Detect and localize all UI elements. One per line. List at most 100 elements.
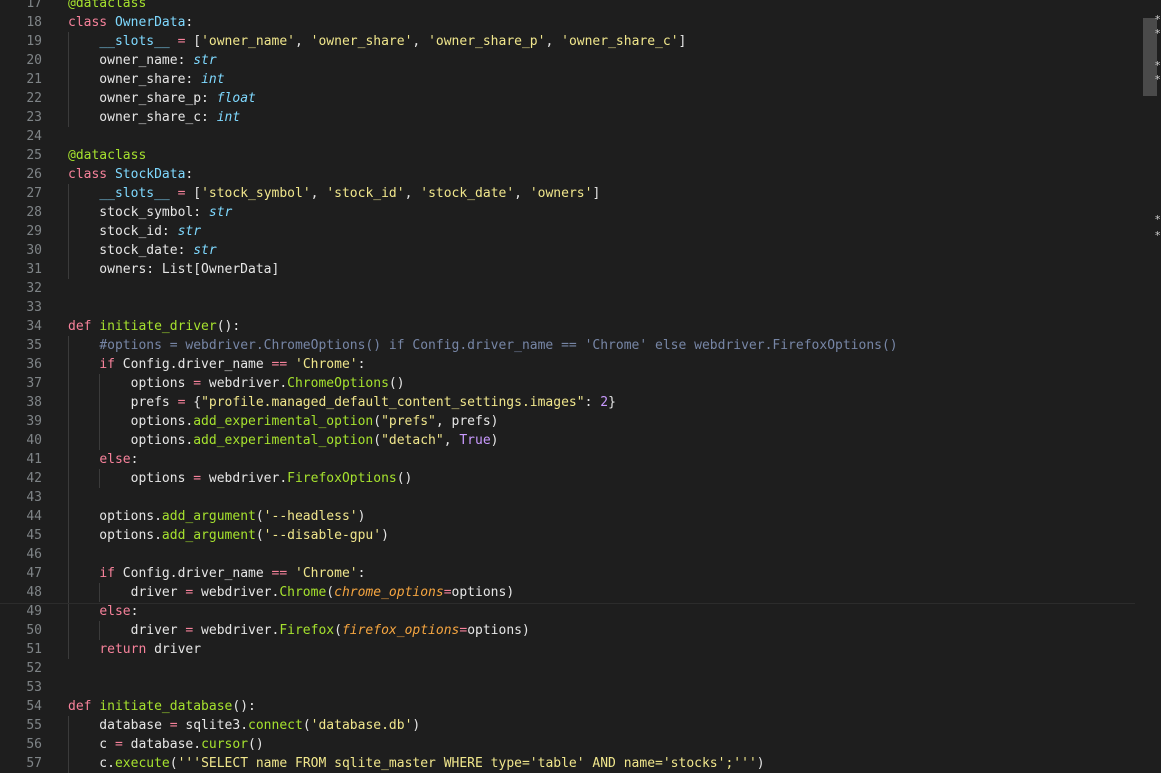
code-line[interactable]: 51 return driver [0, 640, 1135, 659]
scrollbar-change-mark: * [1154, 27, 1161, 40]
code-text[interactable]: __slots__ = ['owner_name', 'owner_share'… [68, 32, 686, 51]
code-token: ) [490, 433, 499, 448]
code-line[interactable]: 55 database = sqlite3.connect('database.… [0, 716, 1135, 735]
code-text[interactable]: owner_share: int [68, 70, 224, 89]
code-text[interactable]: database = sqlite3.connect('database.db'… [68, 716, 420, 735]
code-text[interactable]: driver = webdriver.Chrome(chrome_options… [68, 583, 515, 602]
code-text[interactable]: stock_symbol: str [68, 203, 232, 222]
code-line[interactable]: 50 driver = webdriver.Firefox(firefox_op… [0, 621, 1135, 640]
code-token: class [68, 15, 108, 30]
line-number: 50 [26, 623, 42, 638]
code-line[interactable]: 49 else: [0, 602, 1135, 621]
code-token: __slots__ [99, 34, 170, 49]
code-text[interactable]: else: [68, 602, 138, 621]
line-number: 23 [26, 110, 42, 125]
code-line[interactable]: 40 options.add_experimental_option("deta… [0, 431, 1135, 450]
code-line[interactable]: 19 __slots__ = ['owner_name', 'owner_sha… [0, 32, 1135, 51]
code-text[interactable]: stock_id: str [68, 222, 201, 241]
code-token: : [584, 395, 601, 410]
code-text[interactable]: prefs = {"profile.managed_default_conten… [68, 393, 616, 412]
code-text[interactable]: stock_date: str [68, 241, 216, 260]
code-line[interactable]: 27 __slots__ = ['stock_symbol', 'stock_i… [0, 184, 1135, 203]
code-text[interactable]: @dataclass [68, 0, 146, 13]
code-text[interactable]: driver = webdriver.Firefox(firefox_optio… [68, 621, 530, 640]
code-line[interactable]: 29 stock_id: str [0, 222, 1135, 241]
code-token: ( [373, 414, 382, 429]
scrollbar-change-mark: * [1154, 13, 1161, 26]
code-line[interactable]: 48 driver = webdriver.Chrome(chrome_opti… [0, 583, 1135, 602]
code-line[interactable]: 33 [0, 298, 1135, 317]
code-line[interactable]: 21 owner_share: int [0, 70, 1135, 89]
code-line[interactable]: 46 [0, 545, 1135, 564]
code-text[interactable]: owner_name: str [68, 51, 216, 70]
code-text[interactable]: class OwnerData: [68, 13, 193, 32]
code-token: 'database.db' [310, 718, 413, 733]
code-line[interactable]: 44 options.add_argument('--headless') [0, 507, 1135, 526]
code-line[interactable]: 24 [0, 127, 1135, 146]
code-line[interactable]: 53 [0, 678, 1135, 697]
code-text[interactable]: options = webdriver.FirefoxOptions() [68, 469, 413, 488]
code-line[interactable]: 43 [0, 488, 1135, 507]
code-line[interactable]: 35 #options = webdriver.ChromeOptions() … [0, 336, 1135, 355]
code-line[interactable]: 22 owner_share_p: float [0, 89, 1135, 108]
code-text[interactable]: else: [68, 450, 138, 469]
code-line[interactable]: 41 else: [0, 450, 1135, 469]
code-line[interactable]: 31 owners: List[OwnerData] [0, 260, 1135, 279]
code-text[interactable]: __slots__ = ['stock_symbol', 'stock_id',… [68, 184, 600, 203]
code-text[interactable]: @dataclass [68, 146, 146, 165]
code-line[interactable]: 18 class OwnerData: [0, 13, 1135, 32]
code-line[interactable]: 23 owner_share_c: int [0, 108, 1135, 127]
code-line[interactable]: 36 if Config.driver_name == 'Chrome': [0, 355, 1135, 374]
code-token: [ [185, 186, 202, 201]
code-token: : [130, 452, 139, 467]
code-line[interactable]: 26 class StockData: [0, 165, 1135, 184]
code-token: ( [255, 509, 264, 524]
line-number: 25 [26, 148, 42, 163]
code-line[interactable]: 52 [0, 659, 1135, 678]
code-text[interactable]: options = webdriver.ChromeOptions() [68, 374, 405, 393]
code-token: 'owners' [529, 186, 593, 201]
code-editor[interactable]: 17 @dataclass 18 class OwnerData: 19 __slots… [0, 0, 1161, 773]
code-text[interactable]: #options = webdriver.ChromeOptions() if … [68, 336, 897, 355]
code-token: initiate_driver [99, 319, 217, 334]
code-text[interactable]: owner_share_c: int [68, 108, 240, 127]
code-line[interactable]: 17 @dataclass [0, 0, 1135, 13]
code-line[interactable]: 57 c.execute('''SELECT name FROM sqlite_… [0, 754, 1135, 773]
code-text[interactable]: if Config.driver_name == 'Chrome': [68, 355, 365, 374]
code-line[interactable]: 34 def initiate_driver(): [0, 317, 1135, 336]
code-line[interactable]: 32 [0, 279, 1135, 298]
code-line[interactable]: 30 stock_date: str [0, 241, 1135, 260]
code-line[interactable]: 45 options.add_argument('--disable-gpu') [0, 526, 1135, 545]
code-text[interactable]: def initiate_driver(): [68, 317, 240, 336]
code-token: 'stock_date' [420, 186, 515, 201]
code-text[interactable]: options.add_experimental_option("prefs",… [68, 412, 499, 431]
code-text[interactable]: return driver [68, 640, 201, 659]
code-token: str [177, 224, 202, 239]
code-line[interactable]: 20 owner_name: str [0, 51, 1135, 70]
code-line[interactable]: 42 options = webdriver.FirefoxOptions() [0, 469, 1135, 488]
code-text[interactable]: c.execute('''SELECT name FROM sqlite_mas… [68, 754, 764, 773]
code-line[interactable]: 56 c = database.cursor() [0, 735, 1135, 754]
code-text[interactable]: owners: List[OwnerData] [68, 260, 279, 279]
code-line[interactable]: 38 prefs = {"profile.managed_default_con… [0, 393, 1135, 412]
code-token: firefox_options [341, 623, 460, 638]
code-text[interactable]: options.add_argument('--headless') [68, 507, 365, 526]
code-text[interactable]: owner_share_p: float [68, 89, 256, 108]
code-text[interactable]: options.add_experimental_option("detach"… [68, 431, 499, 450]
code-token: webdriver. [193, 585, 280, 600]
code-text[interactable]: if Config.driver_name == 'Chrome': [68, 564, 365, 583]
code-line[interactable]: 39 options.add_experimental_option("pref… [0, 412, 1135, 431]
code-line[interactable]: 37 options = webdriver.ChromeOptions() [0, 374, 1135, 393]
line-number: 32 [26, 281, 42, 296]
code-token: = [169, 718, 178, 733]
code-line[interactable]: 25 @dataclass [0, 146, 1135, 165]
code-text[interactable]: options.add_argument('--disable-gpu') [68, 526, 389, 545]
code-line[interactable]: 54 def initiate_database(): [0, 697, 1135, 716]
code-line[interactable]: 47 if Config.driver_name == 'Chrome': [0, 564, 1135, 583]
code-token: 'Chrome' [295, 566, 358, 581]
code-text[interactable]: def initiate_database(): [68, 697, 256, 716]
code-text[interactable]: c = database.cursor() [68, 735, 263, 754]
code-text[interactable]: class StockData: [68, 165, 193, 184]
code-line[interactable]: 28 stock_symbol: str [0, 203, 1135, 222]
vertical-scrollbar[interactable]: * * * * * * [1135, 0, 1161, 762]
